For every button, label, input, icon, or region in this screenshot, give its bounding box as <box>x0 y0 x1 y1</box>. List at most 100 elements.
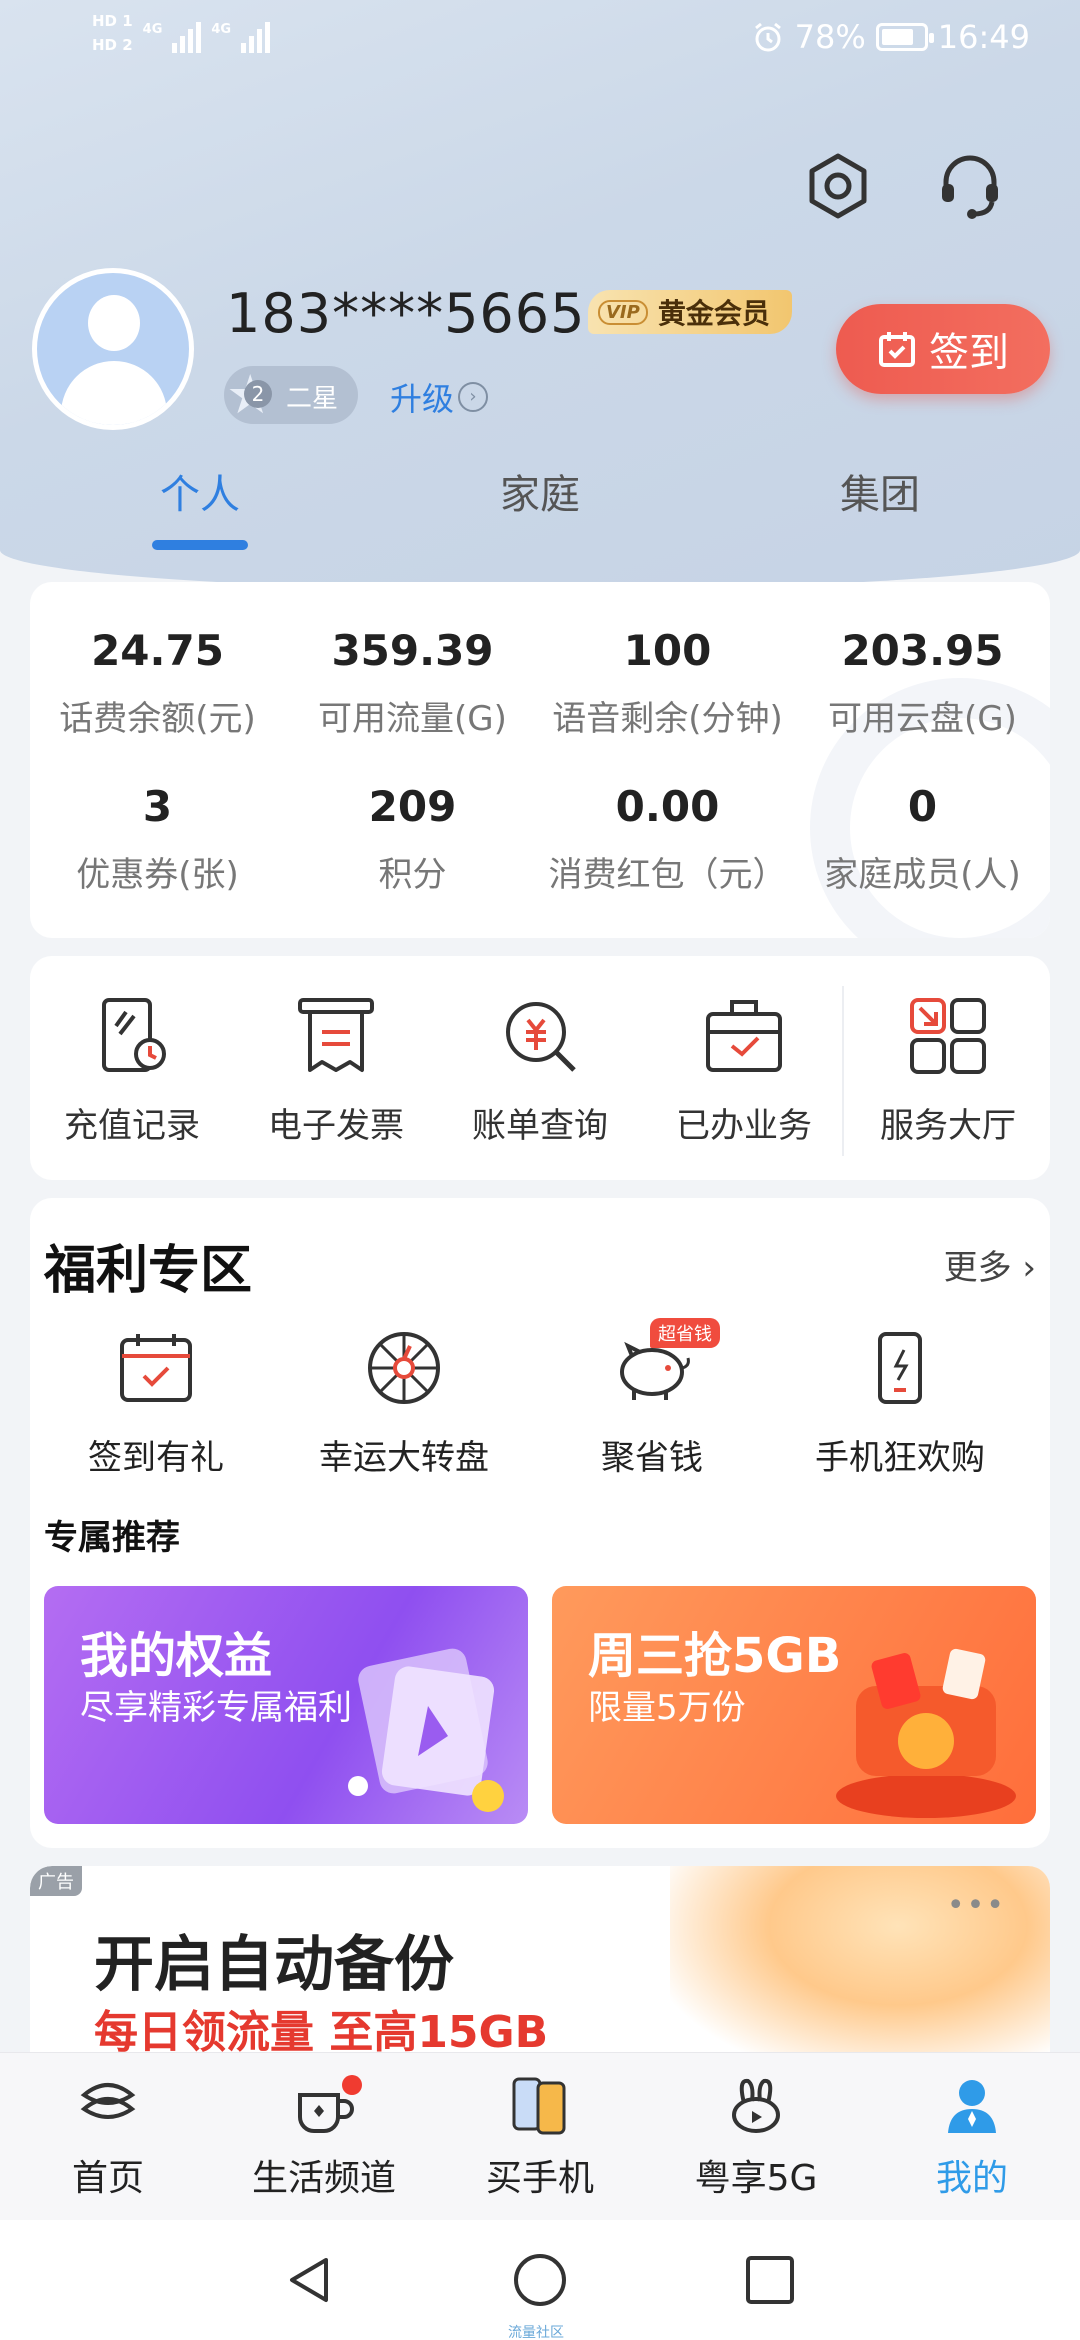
watermark: 流量社区 <box>508 2325 564 2340</box>
tab-family[interactable]: 家庭 <box>440 462 640 520</box>
ad-tag: 广告 <box>30 1866 82 1896</box>
phone-icon <box>878 1332 922 1404</box>
nav-life-channel[interactable]: 生活频道 <box>216 2075 432 2201</box>
nav-mine[interactable]: 我的 <box>864 2075 1080 2201</box>
battery-percent: 78% <box>794 18 866 56</box>
stat-points[interactable]: 209 积分 <box>285 782 540 896</box>
vip-badge[interactable]: VIP 黄金会员 <box>588 290 792 334</box>
stat-label: 语音剩余(分钟) <box>552 699 783 739</box>
service-label: 已办业务 <box>676 1106 812 1146</box>
calendar-check-icon <box>879 332 915 367</box>
star-level-label: 二星 <box>286 384 339 414</box>
notification-dot <box>342 2075 362 2095</box>
service-e-invoice[interactable]: 电子发票 <box>234 994 438 1147</box>
service-label: 账单查询 <box>472 1106 608 1146</box>
welfare-lucky-wheel[interactable]: 幸运大转盘 <box>284 1328 524 1479</box>
stat-cloud[interactable]: 203.95 可用云盘(G) <box>795 626 1050 740</box>
promo-title: 周三抢5GB <box>588 1628 842 1684</box>
divider <box>842 986 844 1156</box>
stat-coupons[interactable]: 3 优惠券(张) <box>30 782 285 896</box>
welfare-save-money[interactable]: 聚省钱 <box>532 1328 772 1479</box>
stat-red-packet[interactable]: 0.00 消费红包（元） <box>540 782 795 896</box>
stat-label: 积分 <box>378 855 447 895</box>
promo-title: 我的权益 <box>80 1628 273 1684</box>
stat-family-members[interactable]: 0 家庭成员(人) <box>795 782 1050 896</box>
stat-balance[interactable]: 24.75 话费余额(元) <box>30 626 285 740</box>
e-invoice-icon <box>298 998 374 1072</box>
back-icon[interactable] <box>280 2250 340 2310</box>
star-level-badge[interactable]: ★ 2 二星 <box>224 366 358 424</box>
stat-value: 0 <box>907 782 938 831</box>
recent-apps-icon[interactable] <box>740 2250 800 2310</box>
customer-service-icon[interactable] <box>934 150 1006 222</box>
stat-label: 家庭成员(人) <box>824 855 1021 895</box>
service-label: 电子发票 <box>268 1106 404 1146</box>
stat-label: 可用流量(G) <box>318 699 507 739</box>
ad-subtitle: 每日领流量 至高15GB <box>94 2007 549 2058</box>
calendar-check-icon <box>120 1334 192 1402</box>
rabbit-icon <box>732 2078 780 2133</box>
stat-label: 话费余额(元) <box>59 699 256 739</box>
promo-my-benefits[interactable]: 我的权益 尽享精彩专属福利 <box>44 1586 528 1824</box>
stat-value: 100 <box>623 626 712 675</box>
avatar[interactable] <box>32 268 194 430</box>
account-tabs: 个人 家庭 集团 <box>0 462 1080 552</box>
phones-icon <box>512 2077 566 2135</box>
more-options-icon[interactable]: ••• <box>947 1888 1006 1923</box>
services-card: 充值记录 电子发票 账单查询 已办业务 服务大厅 <box>30 956 1050 1180</box>
nav-label: 买手机 <box>485 2158 594 2199</box>
tab-group[interactable]: 集团 <box>780 462 980 520</box>
stat-data[interactable]: 359.39 可用流量(G) <box>285 626 540 740</box>
settings-icon[interactable] <box>802 150 874 222</box>
promo-subtitle: 限量5万份 <box>588 1688 746 1728</box>
welfare-checkin-gift[interactable]: 签到有礼 <box>36 1328 276 1479</box>
stat-label: 消费红包（元） <box>548 855 787 895</box>
ad-banner[interactable]: 广告 ••• 开启自动备份 每日领流量 至高15GB <box>30 1866 1050 2066</box>
service-hall[interactable]: 服务大厅 <box>846 994 1050 1147</box>
nav-label: 我的 <box>935 2158 1008 2199</box>
service-bill-query[interactable]: 账单查询 <box>438 994 642 1147</box>
stat-voice[interactable]: 100 语音剩余(分钟) <box>540 626 795 740</box>
recharge-record-icon <box>102 998 166 1072</box>
welfare-label: 聚省钱 <box>601 1438 703 1478</box>
alarm-icon <box>754 22 781 52</box>
bill-query-icon <box>506 1002 576 1072</box>
service-label: 充值记录 <box>64 1106 200 1146</box>
nav-home[interactable]: 首页 <box>0 2075 216 2201</box>
service-recharge-record[interactable]: 充值记录 <box>30 994 234 1147</box>
chevron-right-icon: › <box>458 382 489 412</box>
nav-label: 粤享5G <box>694 2158 818 2199</box>
sim1-label: HD 1 <box>92 12 133 30</box>
promo-subtitle: 尽享精彩专属福利 <box>80 1688 352 1728</box>
welfare-label: 签到有礼 <box>88 1438 224 1478</box>
stat-label: 优惠券(张) <box>76 855 239 895</box>
upgrade-link[interactable]: 升级 › <box>390 374 489 420</box>
nav-buy-phone[interactable]: 买手机 <box>432 2075 648 2201</box>
more-label: 更多 <box>943 1248 1012 1288</box>
nav-5g[interactable]: 粤享5G <box>648 2075 864 2201</box>
upgrade-label: 升级 <box>390 380 455 418</box>
user-icon <box>948 2080 996 2133</box>
gift-card-illustration <box>348 1648 504 1812</box>
stat-label: 可用云盘(G) <box>828 699 1017 739</box>
service-label: 服务大厅 <box>880 1106 1016 1146</box>
active-tab-indicator <box>152 540 248 550</box>
signal-icon <box>241 13 271 53</box>
sim2-label: HD 2 <box>92 36 133 54</box>
signin-button[interactable]: 签到 <box>836 304 1050 394</box>
service-handled-business[interactable]: 已办业务 <box>642 994 846 1147</box>
bottom-nav: 首页 生活频道 买手机 粤享5G 我的 <box>0 2052 1080 2220</box>
clock: 16:49 <box>937 18 1030 56</box>
more-link[interactable]: 更多 › <box>944 1240 1036 1289</box>
network-type-2: 4G <box>211 22 232 37</box>
battery-icon <box>875 23 934 51</box>
wheel-icon <box>368 1332 440 1404</box>
status-bar: HD 1 HD 2 4G 4G 78% 16:49 <box>0 0 1080 84</box>
promo-badge: 超省钱 <box>650 1318 720 1348</box>
welfare-phone-carnival[interactable]: 手机狂欢购 <box>780 1328 1020 1479</box>
promo-wednesday-5gb[interactable]: 周三抢5GB 限量5万份 <box>552 1586 1036 1824</box>
tab-personal[interactable]: 个人 <box>100 462 300 520</box>
home-circle-icon[interactable] <box>510 2250 570 2310</box>
welfare-label: 幸运大转盘 <box>319 1438 489 1478</box>
chevron-right-icon: › <box>1022 1248 1036 1288</box>
